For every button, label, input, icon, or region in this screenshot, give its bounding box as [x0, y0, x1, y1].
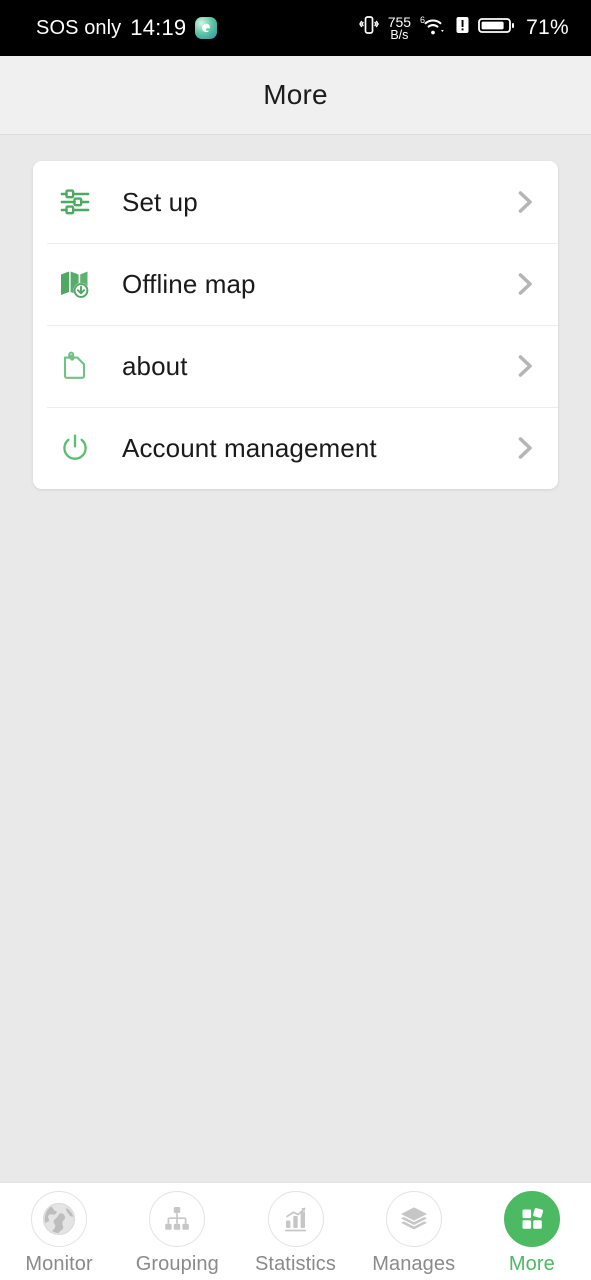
status-bar-right: 755 B/s 6 71% [358, 13, 569, 43]
chevron-right-icon[interactable] [512, 271, 538, 297]
menu-item-label: Account management [122, 432, 377, 463]
tab-manages[interactable]: Manages [355, 1191, 473, 1276]
tab-label: Monitor [25, 1253, 93, 1275]
sliders-icon [57, 184, 93, 220]
menu-item-account-management[interactable]: Account management [33, 407, 558, 489]
layers-icon [385, 1191, 442, 1247]
network-speed-value: 755 [387, 13, 412, 30]
clipboard-icon [57, 348, 93, 384]
network-speed-indicator: 755 B/s [388, 15, 411, 42]
alert-icon [455, 13, 470, 43]
clock-label: 14:19 [130, 15, 187, 40]
chevron-right-icon[interactable] [512, 189, 538, 215]
carrier-label: SOS only [36, 16, 122, 39]
tab-label: More [508, 1253, 555, 1275]
battery-percent-label: 71% [526, 16, 569, 39]
globe-icon [31, 1191, 88, 1247]
page-header: More [0, 56, 591, 135]
wifi-icon: 6 [419, 13, 447, 43]
app-badge-icon [195, 17, 218, 39]
menu-item-label: Set up [122, 186, 198, 217]
vibrate-icon [358, 13, 380, 43]
status-bar: SOS only 14:19 755 B/s 6 71% [0, 0, 591, 56]
page-title: More [263, 79, 328, 110]
bar-chart-icon [267, 1191, 324, 1247]
power-icon [57, 430, 93, 466]
app-root: SOS only 14:19 755 B/s 6 71% More Set up… [0, 0, 591, 1280]
chevron-right-icon[interactable] [512, 435, 538, 461]
menu-item-label: about [122, 350, 188, 381]
menu-item-set-up[interactable]: Set up [33, 161, 558, 243]
wifi-level-label: 6 [420, 15, 425, 25]
menu-card: Set up Offline map about Account managem… [33, 161, 558, 489]
tab-label: Manages [372, 1253, 456, 1275]
page-content: Set up Offline map about Account managem… [0, 135, 591, 1182]
org-chart-icon [149, 1191, 206, 1247]
tab-label: Grouping [135, 1253, 219, 1275]
offline-map-download-icon [57, 266, 93, 302]
battery-icon [478, 13, 516, 43]
menu-item-offline-map[interactable]: Offline map [33, 243, 558, 325]
network-speed-unit: B/s [390, 27, 409, 42]
tab-label: Statistics [254, 1253, 337, 1275]
bottom-tab-bar: Monitor Grouping Statistics Manages More [0, 1182, 591, 1280]
tab-statistics[interactable]: Statistics [236, 1191, 354, 1276]
tab-more[interactable]: More [473, 1191, 591, 1276]
tab-grouping[interactable]: Grouping [118, 1191, 236, 1276]
menu-item-label: Offline map [122, 268, 256, 299]
menu-item-about[interactable]: about [33, 325, 558, 407]
chevron-right-icon[interactable] [512, 353, 538, 379]
app-badge-glyph [202, 23, 211, 33]
status-bar-left: SOS only 14:19 [36, 15, 218, 41]
grid-icon [503, 1191, 560, 1247]
tab-monitor[interactable]: Monitor [0, 1191, 118, 1276]
